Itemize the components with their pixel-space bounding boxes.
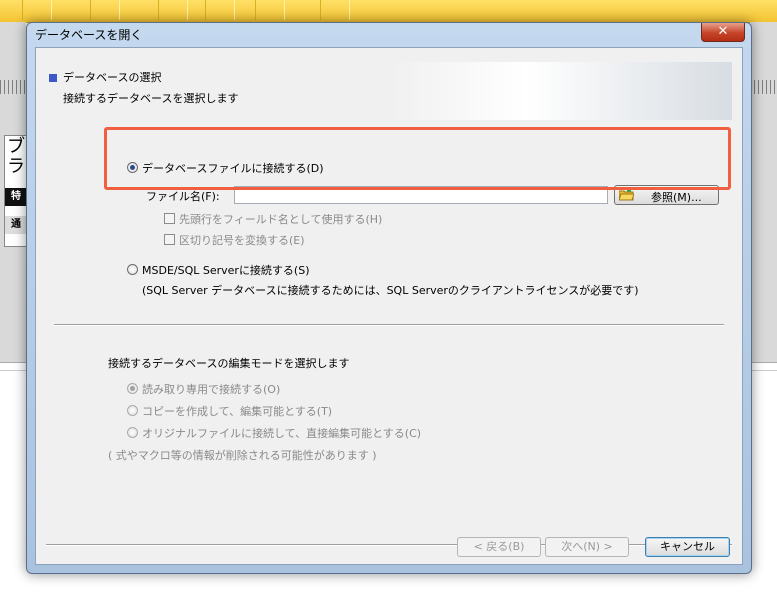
convert-delimiter-label: 区切り記号を変換する(E) xyxy=(179,234,305,247)
sql-server-label[interactable]: MSDE/SQL Serverに接続する(S) xyxy=(142,262,310,278)
toolbar-button[interactable] xyxy=(90,0,120,20)
panel-char: ブ xyxy=(7,136,25,157)
highlight-box xyxy=(104,127,731,190)
sql-server-note: (SQL Server データベースに接続するためには、SQL Serverのク… xyxy=(142,284,639,297)
toolbar-button[interactable] xyxy=(205,0,235,20)
convert-delimiter-checkbox[interactable] xyxy=(164,234,175,245)
cancel-button[interactable]: キャンセル xyxy=(645,537,730,557)
ruler xyxy=(750,80,777,94)
toolbar-button[interactable] xyxy=(22,0,52,20)
first-row-label: 先頭行をフィールド名として使用する(H) xyxy=(179,213,383,226)
close-button[interactable]: ✕ xyxy=(701,23,745,42)
section-subtitle: 接続するデータベースを選択します xyxy=(63,92,239,105)
open-database-dialog: データベースを開く ✕ データベースの選択 接続するデータベースを選択します デ… xyxy=(26,22,752,574)
ruler xyxy=(0,80,26,94)
back-button[interactable]: < 戻る(B) xyxy=(457,537,541,557)
folder-icon xyxy=(619,189,634,201)
panel-tab[interactable]: 特 xyxy=(5,188,27,206)
close-icon: ✕ xyxy=(717,24,729,39)
browse-label: 参照(M)... xyxy=(651,191,702,204)
dialog-title: データベースを開く xyxy=(35,28,143,42)
panel-tab[interactable]: 通 xyxy=(5,216,27,234)
edit-mode-note: ( 式やマクロ等の情報が削除される可能性があります ) xyxy=(108,449,377,462)
next-button[interactable]: 次へ(N) > xyxy=(545,537,629,557)
direct-edit-label: オリジナルファイルに接続して、直接編集可能とする(C) xyxy=(142,427,422,440)
copy-edit-radio[interactable] xyxy=(127,405,138,416)
app-right-area xyxy=(750,22,777,362)
separator xyxy=(54,324,724,326)
read-only-label: 読み取り専用で接続する(O) xyxy=(142,383,281,396)
dialog-content: データベースの選択 接続するデータベースを選択します データベースファイルに接続… xyxy=(35,47,743,565)
toolbar-button[interactable] xyxy=(158,0,188,20)
section-title: データベースの選択 xyxy=(63,71,162,84)
background-panel: ブ ラ 特 通 xyxy=(4,135,28,247)
edit-mode-title: 接続するデータベースの編集モードを選択します xyxy=(108,357,350,370)
toolbar-button[interactable] xyxy=(320,0,350,20)
first-row-checkbox[interactable] xyxy=(164,213,175,224)
section-marker-icon xyxy=(49,74,57,82)
panel-char: ラ xyxy=(7,156,25,177)
app-toolbar xyxy=(0,0,777,23)
filename-label: ファイル名(F): xyxy=(146,190,220,203)
sql-server-radio[interactable] xyxy=(127,264,138,275)
toolbar-button[interactable] xyxy=(255,0,285,20)
separator xyxy=(46,544,732,546)
copy-edit-label: コピーを作成して、編集可能とする(T) xyxy=(142,405,333,418)
read-only-radio[interactable] xyxy=(127,383,138,394)
direct-edit-radio[interactable] xyxy=(127,427,138,438)
